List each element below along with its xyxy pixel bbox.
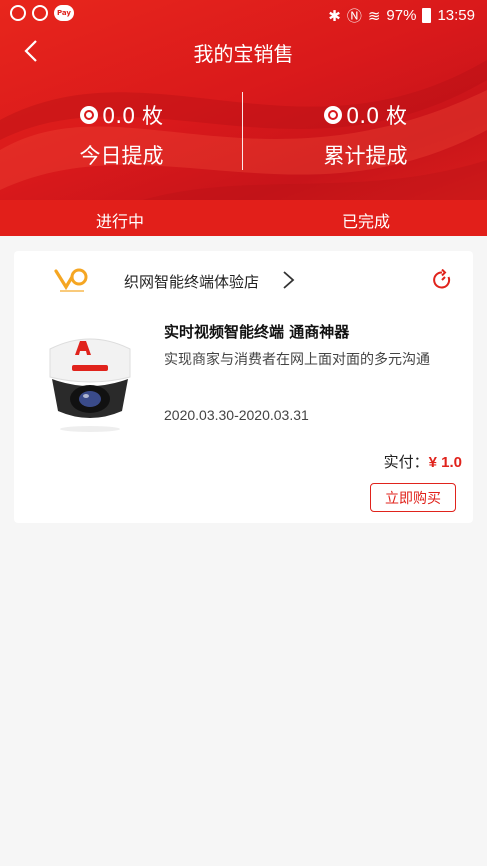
product-title[interactable]: 实时视频智能终端 通商神器 — [164, 321, 349, 342]
clock: 13:59 — [437, 7, 475, 24]
shop-logo — [54, 268, 88, 292]
nfc-icon: Ⓝ — [346, 8, 362, 25]
total-commission: 0.0 枚 累计提成 — [244, 100, 487, 170]
user-icon — [32, 5, 48, 21]
wechat-icon — [10, 5, 26, 21]
shop-row[interactable]: 织网智能终端体验店 — [14, 263, 473, 297]
shop-name[interactable]: 织网智能终端体验店 — [124, 271, 259, 292]
order-tabs: 进行中 已完成 — [0, 200, 487, 236]
product-description: 实现商家与消费者在网上面对面的多元沟通 — [164, 352, 430, 368]
chevron-right-icon[interactable] — [278, 269, 298, 291]
pay-icon: Pay — [54, 5, 74, 21]
buy-now-button[interactable]: 立即购买 — [370, 483, 456, 512]
tab-completed[interactable]: 已完成 — [342, 208, 390, 232]
tab-in-progress[interactable]: 进行中 — [96, 208, 144, 236]
commission-stats: 0.0 枚 今日提成 0.0 枚 累计提成 — [0, 88, 487, 174]
tab-in-progress-label: 进行中 — [96, 212, 145, 231]
paid-label: 实付： — [383, 453, 429, 471]
status-bar: Pay ✱ Ⓝ ≋ 97% 13:59 — [0, 0, 487, 30]
stats-divider — [242, 92, 243, 170]
page-title: 我的宝销售 — [193, 42, 294, 66]
coin-icon — [323, 106, 342, 124]
paid-amount-row: 实付：¥ 1.0 — [384, 451, 462, 472]
product-camera-image[interactable] — [36, 321, 144, 437]
refresh-icon[interactable] — [431, 269, 453, 291]
total-commission-value: 0.0 枚 — [345, 104, 408, 128]
total-commission-label: 累计提成 — [323, 144, 408, 168]
wifi-signal-icon: ≋ — [367, 7, 381, 25]
coin-icon — [79, 106, 98, 124]
today-commission: 0.0 枚 今日提成 — [0, 100, 243, 170]
today-commission-value: 0.0 枚 — [101, 104, 164, 128]
battery-percent: 97% — [386, 7, 417, 24]
paid-amount: ¥ 1.0 — [428, 454, 462, 471]
product-date-range: 2020.03.30-2020.03.31 — [164, 407, 309, 423]
nav-bar: 我的宝销售 — [0, 30, 487, 74]
order-card[interactable]: 织网智能终端体验店 实时视频智能终端 通商神器 实现商家与消费者在网上面对面的多… — [14, 251, 473, 523]
today-commission-label: 今日提成 — [79, 144, 164, 168]
header-banner: Pay ✱ Ⓝ ≋ 97% 13:59 我的宝销售 0.0 枚 今日提成 0.0… — [0, 0, 487, 236]
bluetooth-icon: ✱ — [328, 7, 341, 25]
battery-icon — [422, 8, 432, 23]
